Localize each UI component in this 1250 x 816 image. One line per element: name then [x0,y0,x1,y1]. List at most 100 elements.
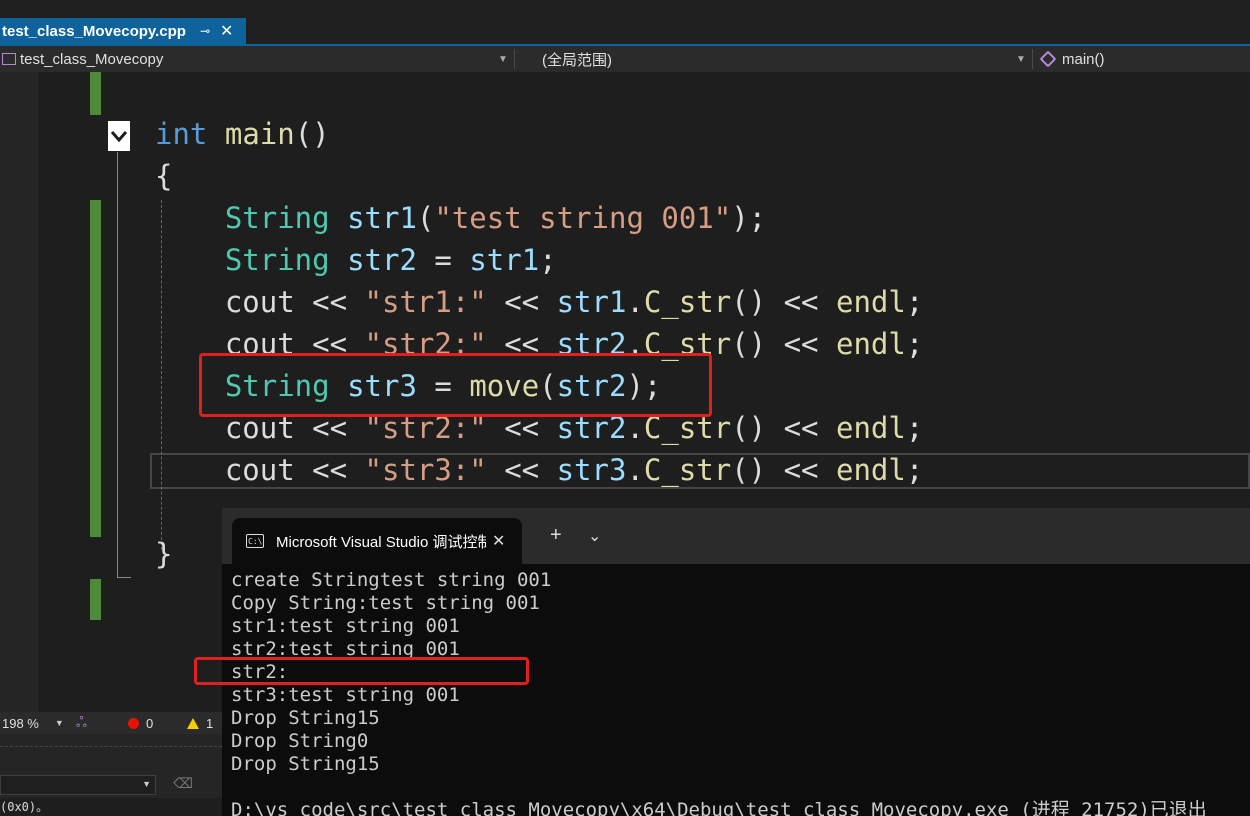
member-dropdown[interactable]: main() [1039,46,1105,72]
code-token: () << [731,411,836,445]
zoom-value: 198 % [2,715,39,731]
terminal-title: Microsoft Visual Studio 调试控制台 [276,533,486,551]
code-token: cout [224,453,295,487]
code-token: . [626,453,644,487]
error-count: 0 [146,715,154,731]
console-icon: C:\ [246,534,264,548]
code-token: ; [905,453,924,487]
code-token: << [486,285,557,319]
code-token: str1 [556,285,627,319]
tab-test-class-movecopy[interactable]: test_class_Movecopy.cpp ⊸ ✕ [0,18,246,44]
chevron-down-icon[interactable]: ▼ [498,46,508,72]
terminal-line: str1:test string 001 [231,615,460,637]
code-token: C_str [643,285,732,319]
terminal-line: Copy String:test string 001 [231,592,540,614]
code-token: () << [731,453,836,487]
code-line: cout << "str1:" << str1.C_str() << endl; [155,281,923,323]
project-label: test_class_Movecopy [20,50,164,68]
warning-icon [187,717,199,729]
scope-dropdown[interactable]: (全局范围) [542,46,612,72]
code-token: ); [731,201,767,235]
divider [0,746,222,748]
code-line: cout << "str3:" << str3.C_str() << endl; [155,449,923,491]
warning-count: 1 [206,715,214,731]
code-token: C_str [643,453,732,487]
highlight-box-empty-str2 [194,657,529,685]
terminal-tab[interactable]: C:\ Microsoft Visual Studio 调试控制台 ✕ [232,518,522,564]
warning-indicator[interactable]: 1 [187,712,213,734]
code-line: } [155,533,172,575]
zoom-dropdown[interactable]: 198 % ▼ [2,712,64,734]
chevron-down-icon[interactable]: ▼ [1016,46,1026,72]
code-token: () [294,117,330,151]
change-bar [90,200,101,537]
code-token: ; [905,285,924,319]
divider [514,49,515,69]
terminal-line: Drop String15 [231,753,380,775]
terminal-line: Drop String0 [231,730,369,752]
code-token: str1 [469,243,540,277]
code-token: "test string 001" [434,201,732,235]
terminal-line: Drop String15 [231,707,380,729]
project-dropdown[interactable]: test_class_Movecopy [2,46,163,72]
terminal-line: create Stringtest string 001 [231,569,552,591]
code-token: String [224,243,330,277]
collapse-toggle-icon[interactable] [108,121,130,151]
code-token: "str1:" [364,285,487,319]
code-token: str3 [556,453,627,487]
code-token: () << [731,285,836,319]
code-token: "str3:" [364,453,487,487]
editor-status-bar: 198 % ▼ ஃ 0 1 [0,712,222,734]
code-token: str2 [347,243,417,277]
tab-label: test_class_Movecopy.cpp [2,22,186,40]
code-token: endl [835,327,906,361]
code-token: ( [416,201,435,235]
editor-margin [0,72,38,712]
scope-label: (全局范围) [542,51,612,69]
code-token: ; [905,327,924,361]
fold-line [117,152,118,578]
code-token: String [224,201,330,235]
code-token: { [155,159,173,193]
copilot-icon[interactable]: ஃ [76,712,87,734]
code-line: { [155,155,172,197]
code-line: int main() [155,113,330,155]
close-icon[interactable]: ✕ [492,531,505,551]
error-icon [128,717,139,729]
output-source-dropdown[interactable]: ▼ [0,775,156,795]
navigation-bar: test_class_Movecopy ▼ (全局范围) ▼ main() [0,46,1250,73]
code-token: << [486,453,557,487]
terminal-output: create Stringtest string 001 Copy String:… [231,569,1207,816]
code-token: endl [835,285,906,319]
code-token: () << [731,327,836,361]
cube-icon [1039,50,1057,68]
code-token: } [155,537,173,571]
code-token: ; [539,243,557,277]
code-token: endl [835,453,906,487]
code-token: str1 [347,201,417,235]
chevron-down-icon[interactable]: ⌄ [588,526,601,546]
highlight-box-move-line [199,353,712,417]
code-token: << [294,285,365,319]
chevron-down-icon: ▼ [54,718,64,728]
terminal-line: str3:test string 001 [231,684,460,706]
close-icon[interactable]: ✕ [220,21,233,41]
new-tab-icon[interactable]: + [550,524,562,547]
pin-icon[interactable]: ⊸ [200,24,210,38]
error-indicator[interactable]: 0 [128,712,153,734]
clear-output-icon[interactable]: ⌫ [170,775,196,795]
project-icon [2,53,16,65]
terminal-line: D:\vs code\src\test class Movecopy\x64\D… [231,799,1207,816]
code-token: = [416,243,470,277]
code-line: String str1("test string 001"); [155,197,766,239]
code-line: String str2 = str1; [155,239,557,281]
change-bar [90,72,101,115]
code-token: main [224,117,295,151]
